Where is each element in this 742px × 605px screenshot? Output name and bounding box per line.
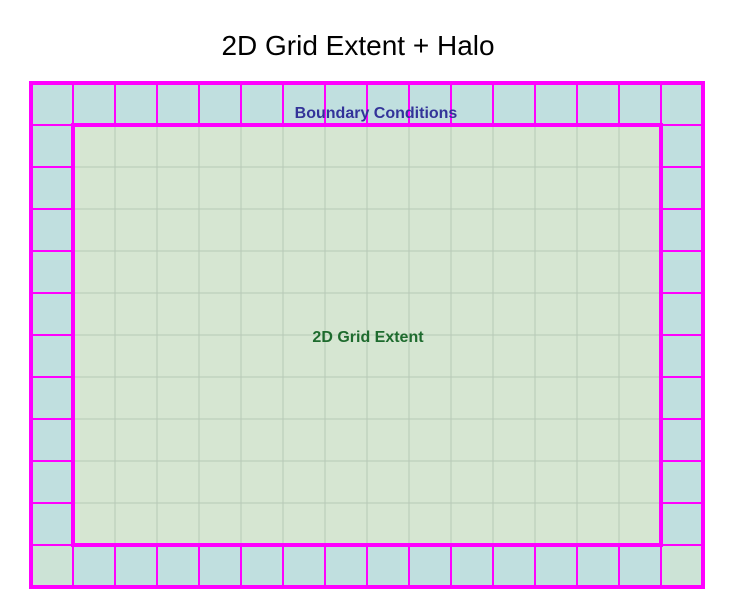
halo-cell: [576, 82, 620, 126]
halo-cell: [30, 124, 74, 168]
halo-cell: [30, 418, 74, 462]
halo-cell: [114, 544, 158, 588]
halo-cell: [198, 82, 242, 126]
halo-cell: [534, 82, 578, 126]
halo-cell: [660, 418, 704, 462]
halo-cell: [156, 82, 200, 126]
halo-cell: [660, 502, 704, 546]
halo-cell: [72, 82, 116, 126]
boundary-conditions-label: Boundary Conditions: [295, 105, 458, 122]
halo-cell: [660, 292, 704, 336]
halo-cell: [30, 292, 74, 336]
halo-cell: [72, 544, 116, 588]
halo-cell: [534, 544, 578, 588]
halo-cell: [30, 460, 74, 504]
halo-cell: [660, 460, 704, 504]
halo-cell: [660, 124, 704, 168]
halo-cell: [408, 544, 452, 588]
halo-cell: [366, 544, 410, 588]
halo-cell: [660, 82, 704, 126]
halo-cell: [660, 334, 704, 378]
halo-cell: [660, 166, 704, 210]
halo-cell: [450, 544, 494, 588]
halo-cell: [660, 376, 704, 420]
halo-cell: [114, 82, 158, 126]
halo-cell: [30, 82, 74, 126]
halo-cell: [660, 250, 704, 294]
halo-cell: [492, 82, 536, 126]
halo-cell: [30, 208, 74, 252]
halo-cell: [282, 544, 326, 588]
corner-halo-cell: [30, 544, 74, 588]
grid-diagram: Boundary Conditions 2D Grid Extent: [29, 81, 705, 589]
halo-cell: [240, 544, 284, 588]
halo-cell: [30, 250, 74, 294]
halo-cell: [156, 544, 200, 588]
halo-cell: [30, 166, 74, 210]
corner-halo-cell: [660, 544, 704, 588]
halo-cell: [30, 334, 74, 378]
halo-cell: [30, 376, 74, 420]
halo-cell: [30, 502, 74, 546]
grid-extent-label: 2D Grid Extent: [312, 329, 424, 346]
halo-cell: [324, 544, 368, 588]
halo-cell: [576, 544, 620, 588]
halo-cell: [198, 544, 242, 588]
halo-cell: [660, 208, 704, 252]
halo-cell: [492, 544, 536, 588]
halo-cell: [618, 544, 662, 588]
halo-cell: [240, 82, 284, 126]
halo-cell: [618, 82, 662, 126]
